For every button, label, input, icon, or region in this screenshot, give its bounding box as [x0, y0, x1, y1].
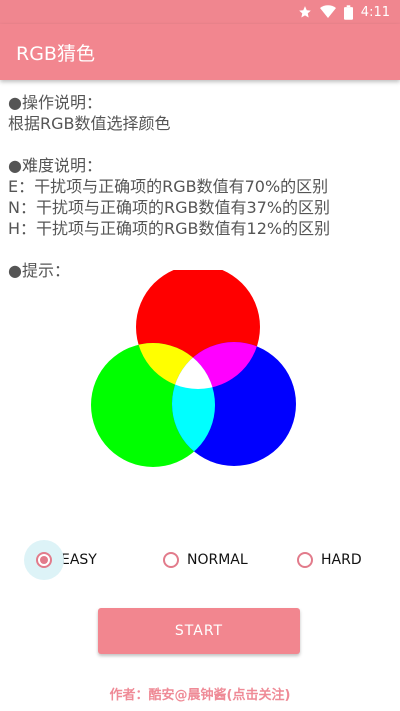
radio-hard-indicator[interactable] — [297, 552, 313, 568]
ops-title: ●操作说明： — [8, 93, 102, 112]
radio-easy[interactable]: EASY — [24, 540, 97, 580]
status-time: 4:11 — [360, 4, 390, 20]
ops-text: 根据RGB数值选择颜色 — [8, 114, 171, 133]
rgb-venn-diagram — [91, 270, 296, 467]
radio-hard-label[interactable]: HARD — [321, 552, 362, 568]
radio-easy-indicator[interactable] — [36, 552, 52, 568]
difficulty-normal-desc: N：干扰项与正确项的RGB数值有37%的区别 — [8, 198, 331, 217]
wifi-icon — [319, 5, 336, 18]
radio-hard[interactable]: HARD — [285, 540, 362, 580]
author-link[interactable]: 作者：酷安@晨钟酱(点击关注) — [0, 684, 400, 703]
status-bar: 4:11 — [0, 0, 400, 24]
radio-normal-label[interactable]: NORMAL — [187, 552, 248, 568]
difficulty-hard-desc: H：干扰项与正确项的RGB数值有12%的区别 — [8, 219, 331, 238]
difficulty-easy-desc: E：干扰项与正确项的RGB数值有70%的区别 — [8, 177, 329, 196]
radio-normal-indicator[interactable] — [163, 552, 179, 568]
difficulty-title: ●难度说明： — [8, 156, 102, 175]
battery-icon — [343, 4, 353, 20]
app-title: RGB猜色 — [16, 42, 95, 65]
difficulty-radio-group: EASY NORMAL HARD — [0, 540, 400, 580]
star-icon — [298, 6, 311, 18]
radio-normal[interactable]: NORMAL — [151, 540, 248, 580]
app-bar: RGB猜色 — [0, 24, 400, 80]
instructions: ●操作说明： 根据RGB数值选择颜色 ●难度说明： E：干扰项与正确项的RGB数… — [8, 92, 392, 281]
start-button[interactable]: START — [98, 608, 300, 654]
radio-easy-label[interactable]: EASY — [61, 552, 97, 568]
